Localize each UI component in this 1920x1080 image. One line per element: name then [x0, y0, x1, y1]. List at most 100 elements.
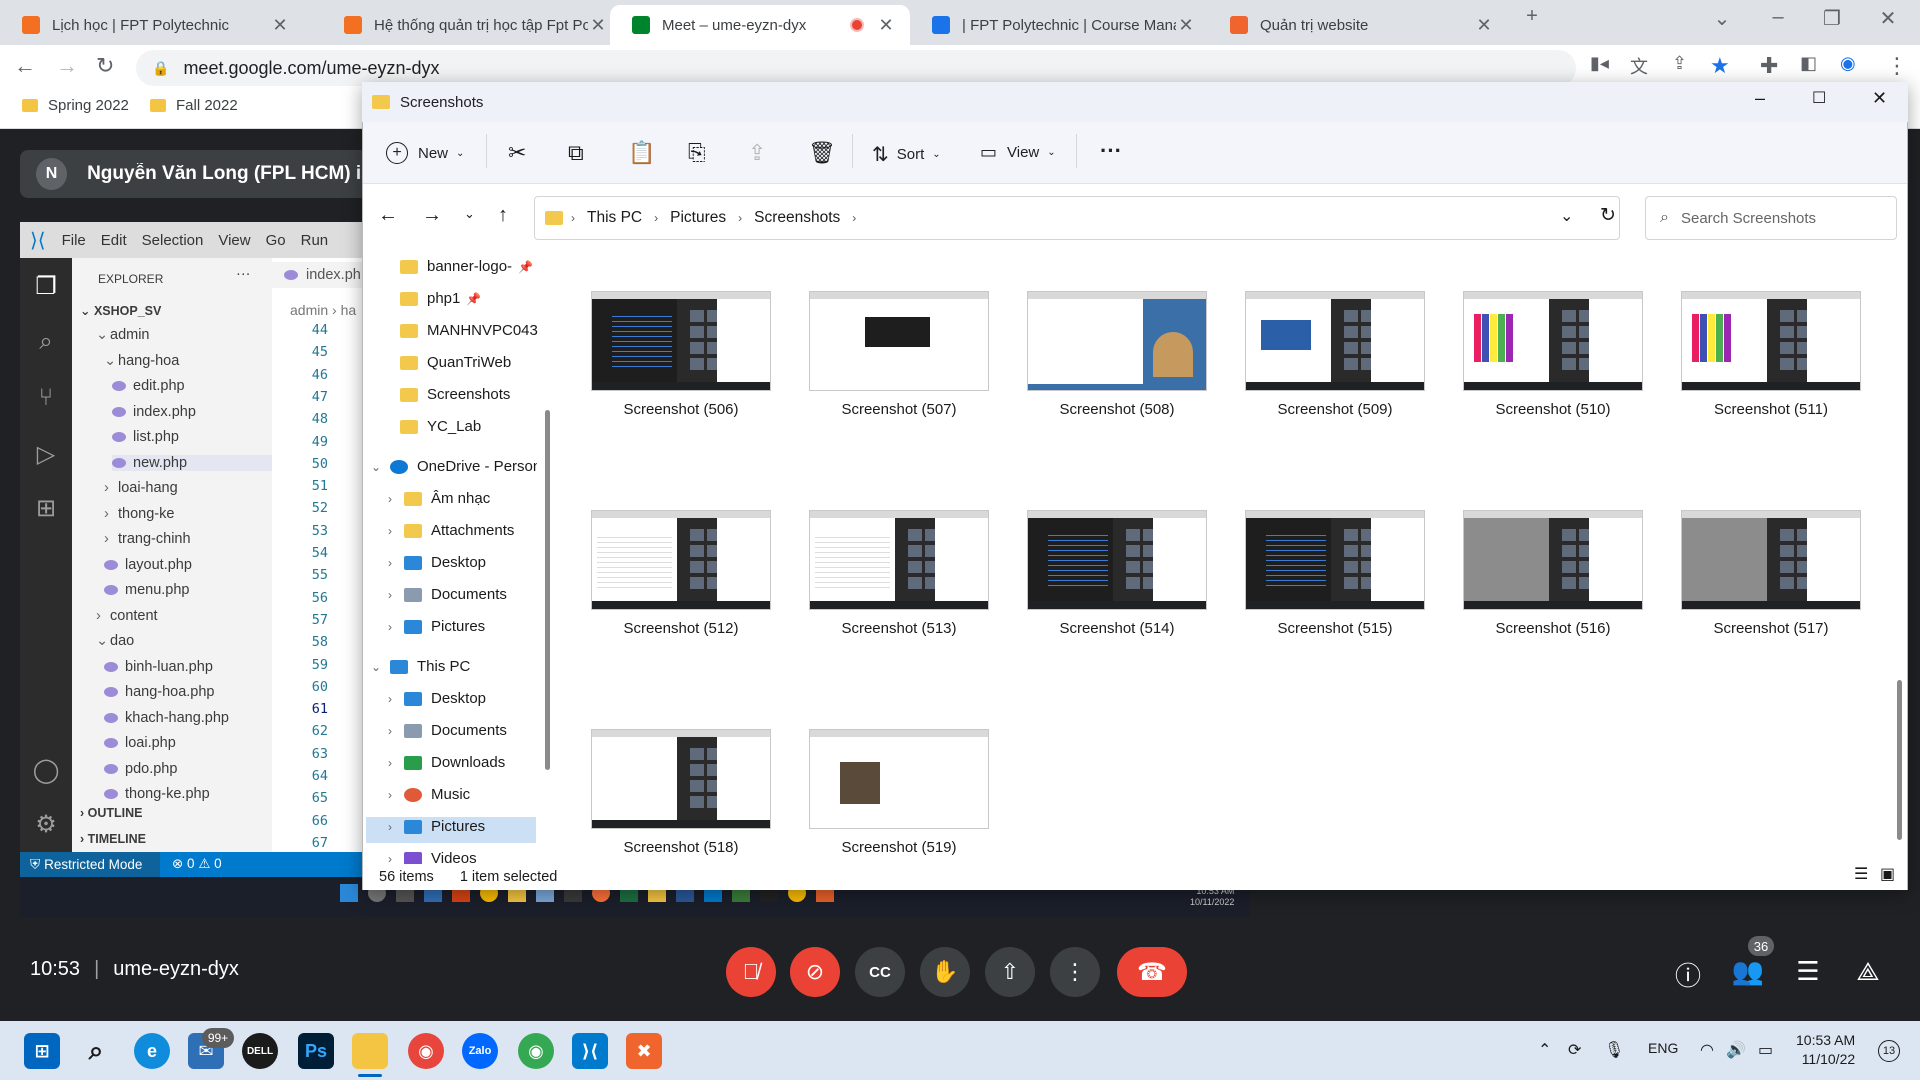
microphone-icon[interactable]: 🎙 — [1604, 1040, 1624, 1060]
problems-indicator[interactable]: ⊗ 0 ⚠ 0 — [172, 856, 222, 872]
run-debug-icon[interactable]: ▷ — [20, 440, 72, 469]
nav-item[interactable]: ⌄ This PC — [368, 658, 470, 675]
menu-icon[interactable]: ⋮ — [1886, 53, 1908, 79]
bookmark-fall[interactable]: Fall 2022 — [150, 97, 238, 114]
search-field[interactable]: ⌕ Search Screenshots — [1645, 196, 1897, 240]
menu-view[interactable]: View — [218, 232, 250, 249]
dell-button[interactable]: DELL — [242, 1033, 278, 1069]
bookmark-star-icon[interactable]: ★ — [1710, 53, 1730, 79]
tree-item[interactable]: thong-ke.php — [104, 786, 210, 802]
tree-item[interactable]: › trang-chinh — [104, 531, 191, 547]
nav-item[interactable]: › Desktop — [382, 554, 486, 571]
tree-item[interactable]: › loai-hang — [104, 480, 178, 496]
nav-item[interactable]: Screenshots — [400, 386, 510, 403]
people-icon[interactable]: 👥 — [1730, 956, 1766, 987]
new-button[interactable]: + New ⌄ — [386, 142, 464, 164]
address-dropdown-icon[interactable]: ⌄ — [1560, 206, 1573, 226]
nav-item[interactable]: › Documents — [382, 586, 507, 603]
outline-section[interactable]: › OUTLINE — [80, 806, 143, 820]
nav-item[interactable]: MANHNVPC043 — [400, 322, 538, 339]
nav-item[interactable]: › Pictures — [382, 618, 485, 635]
nav-item[interactable]: ⌄ OneDrive - Person — [368, 458, 537, 475]
tree-item[interactable]: index.php — [112, 404, 196, 420]
notification-badge[interactable]: 13 — [1878, 1040, 1900, 1062]
nav-item[interactable]: › Attachments — [382, 522, 514, 539]
recent-chevron-icon[interactable]: ⌄ — [464, 206, 475, 222]
leave-call-button[interactable]: ☎ — [1117, 947, 1187, 997]
delete-icon[interactable]: 🗑 — [808, 140, 836, 166]
settings-gear-icon[interactable]: ⚙ — [20, 810, 72, 839]
more-icon[interactable]: ··· — [1100, 138, 1122, 164]
menu-edit[interactable]: Edit — [101, 232, 127, 249]
start-button[interactable]: ⊞ — [24, 1033, 60, 1069]
raise-hand-button[interactable]: ✋ — [920, 947, 970, 997]
tab-close-icon[interactable]: ✕ — [876, 15, 896, 36]
browser-tab[interactable]: Quản trị website ✕ — [1208, 5, 1508, 45]
restore-icon[interactable]: ❐ — [1812, 6, 1852, 31]
nav-item[interactable]: › Music — [382, 786, 470, 803]
chat-icon[interactable]: ☰ — [1790, 956, 1826, 987]
explorer-icon[interactable]: ❐ — [20, 272, 72, 301]
sync-icon[interactable]: ⟳ — [1568, 1040, 1581, 1060]
tree-item[interactable]: list.php — [112, 429, 179, 445]
menu-selection[interactable]: Selection — [142, 232, 204, 249]
thumbnails-view-icon[interactable]: ▣ — [1880, 864, 1895, 884]
browser-tab[interactable]: Hệ thống quản trị học tập Fpt Po ✕ — [322, 5, 622, 45]
tab-close-icon[interactable]: ✕ — [1474, 15, 1494, 36]
breadcrumb-screenshots[interactable]: Screenshots — [754, 209, 840, 227]
share-icon[interactable]: ⇪ — [748, 140, 766, 166]
bookmark-spring[interactable]: Spring 2022 — [22, 97, 129, 114]
zalo-button[interactable]: Zalo — [462, 1033, 498, 1069]
cut-icon[interactable]: ✂ — [508, 140, 526, 166]
nav-item[interactable]: › Desktop — [382, 690, 486, 707]
tree-item[interactable]: ⌄ dao — [96, 633, 134, 649]
tree-item[interactable]: hang-hoa.php — [104, 684, 215, 700]
extensions-icon[interactable]: ⊞ — [20, 494, 72, 523]
project-root[interactable]: ⌄ XSHOP_SV — [80, 303, 161, 318]
translate-icon[interactable]: 文 — [1630, 53, 1648, 79]
camera-icon[interactable]: ▮◂ — [1590, 53, 1609, 74]
sort-button[interactable]: ⇅ Sort ⌄ — [872, 142, 941, 167]
meeting-details-icon[interactable]: ⓘ — [1670, 956, 1706, 993]
timeline-section[interactable]: › TIMELINE — [80, 832, 146, 846]
tree-item[interactable]: pdo.php — [104, 761, 177, 777]
rename-icon[interactable]: ⎘ — [688, 140, 706, 166]
tab-close-icon[interactable]: ✕ — [1176, 15, 1196, 36]
forward-icon[interactable]: → — [56, 53, 78, 79]
restricted-mode-indicator[interactable]: ⛨ Restricted Mode — [20, 852, 160, 877]
show-hidden-icons[interactable]: ⌃ — [1538, 1040, 1551, 1060]
account-icon[interactable]: ◯ — [20, 756, 72, 785]
battery-icon[interactable]: ▭ — [1758, 1040, 1773, 1060]
tree-item[interactable]: edit.php — [112, 378, 185, 394]
nav-item[interactable]: QuanTriWeb — [400, 354, 511, 371]
forward-icon[interactable]: → — [422, 204, 442, 227]
wifi-icon[interactable]: ◠ — [1700, 1040, 1714, 1060]
nav-item[interactable]: › Pictures — [382, 818, 485, 835]
tree-item[interactable]: khach-hang.php — [104, 710, 229, 726]
mic-off-button[interactable]: 🎙̸ — [726, 947, 776, 997]
xampp-button[interactable]: ✖ — [626, 1033, 662, 1069]
refresh-icon[interactable]: ↻ — [1600, 204, 1616, 227]
more-options-button[interactable]: ⋮ — [1050, 947, 1100, 997]
activities-icon[interactable]: ⟁ — [1850, 956, 1886, 988]
content-scrollbar[interactable] — [1897, 680, 1902, 840]
details-view-icon[interactable]: ☰ — [1854, 864, 1868, 884]
browser-tab[interactable]: Meet – ume-eyzn-dyx ✕ — [610, 5, 910, 45]
browser-tab[interactable]: | FPT Polytechnic | Course Manag ✕ — [910, 5, 1210, 45]
tree-item[interactable]: menu.php — [104, 582, 190, 598]
back-icon[interactable]: ← — [378, 204, 398, 227]
file-explorer-button[interactable] — [352, 1033, 388, 1069]
clock[interactable]: 10:53 AM 11/10/22 — [1796, 1031, 1855, 1069]
tree-item[interactable]: layout.php — [104, 557, 192, 573]
chrome-profile-button[interactable]: ◉ — [518, 1033, 554, 1069]
new-tab-icon[interactable]: + — [1512, 5, 1552, 28]
language-indicator[interactable]: ENG — [1648, 1040, 1678, 1056]
nav-item[interactable]: › Âm nhạc — [382, 490, 490, 507]
tab-close-icon[interactable]: ✕ — [588, 15, 608, 36]
breadcrumb-this-pc[interactable]: This PC — [587, 209, 642, 227]
address-bar[interactable]: 🔒 meet.google.com/ume-eyzn-dyx — [136, 50, 1576, 86]
captions-button[interactable]: CC — [855, 947, 905, 997]
tree-item[interactable]: binh-luan.php — [104, 659, 213, 675]
chrome-button[interactable]: ◉ — [408, 1033, 444, 1069]
minimize-icon[interactable]: – — [1755, 88, 1765, 109]
